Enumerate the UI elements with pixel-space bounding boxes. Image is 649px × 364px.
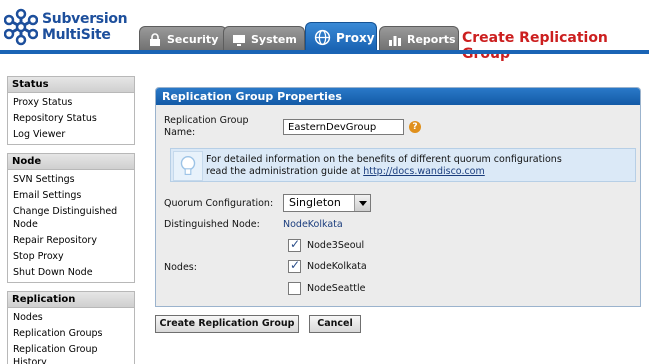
- node-label-node3seoul: Node3Seoul: [307, 240, 365, 251]
- sidebar-section-node: Node SVN Settings Email Settings Change …: [7, 153, 135, 283]
- panel-title: Replication Group Properties: [156, 88, 640, 105]
- node-label-nodekolkata: NodeKolkata: [307, 261, 367, 272]
- sidebar-section-title: Replication: [8, 292, 134, 308]
- sidebar-item-change-distinguished-node[interactable]: Change Distinguished Node: [8, 204, 134, 232]
- sidebar-section-replication: Replication Nodes Replication Groups Rep…: [7, 291, 135, 364]
- logo-line2: MultiSite: [42, 27, 111, 43]
- quorum-label: Quorum Configuration:: [164, 198, 274, 209]
- node-checkbox-nodekolkata[interactable]: [288, 258, 301, 273]
- tab-security-label: Security: [167, 33, 219, 46]
- sidebar-item-repository-status[interactable]: Repository Status: [8, 111, 134, 126]
- sidebar-item-nodes[interactable]: Nodes: [8, 310, 134, 325]
- sidebar: Status Proxy Status Repository Status Lo…: [7, 76, 135, 364]
- quorum-select[interactable]: Singleton: [283, 194, 371, 212]
- tab-proxy-label: Proxy: [336, 30, 375, 45]
- info-text: For detailed information on the benefits…: [206, 154, 562, 178]
- node-label-nodeseattle: NodeSeattle: [307, 283, 366, 294]
- sidebar-item-shut-down-node[interactable]: Shut Down Node: [8, 265, 134, 280]
- quorum-info-box: For detailed information on the benefits…: [170, 148, 636, 182]
- tab-system[interactable]: System: [223, 26, 305, 52]
- tab-security[interactable]: Security: [139, 26, 227, 52]
- node-checkbox-nodeseattle[interactable]: [288, 282, 301, 295]
- info-line1: For detailed information on the benefits…: [206, 154, 562, 165]
- tab-system-label: System: [251, 33, 297, 46]
- header: Subversion MultiSite Security System Pro…: [0, 0, 649, 62]
- info-lightbulb-icon: [173, 151, 203, 181]
- lock-icon: [150, 32, 160, 46]
- nodes-label: Nodes:: [164, 262, 197, 273]
- bar-chart-icon: [389, 35, 401, 46]
- distinguished-node-label: Distinguished Node:: [164, 219, 260, 230]
- header-divider: [0, 50, 649, 54]
- group-name-input[interactable]: [283, 119, 404, 135]
- create-replication-group-button[interactable]: Create Replication Group: [155, 315, 299, 333]
- distinguished-node-value: NodeKolkata: [283, 219, 343, 230]
- replication-group-properties-panel: Replication Group Properties Replication…: [155, 87, 641, 307]
- sidebar-item-proxy-status[interactable]: Proxy Status: [8, 95, 134, 110]
- quorum-selected-value: Singleton: [289, 196, 341, 209]
- sidebar-item-replication-group-history[interactable]: Replication Group History: [8, 342, 134, 364]
- sidebar-item-repair-repository[interactable]: Repair Repository: [8, 233, 134, 248]
- cancel-button[interactable]: Cancel: [309, 315, 361, 333]
- sidebar-item-svn-settings[interactable]: SVN Settings: [8, 172, 134, 187]
- page-title: Create Replication Group: [462, 30, 608, 62]
- sidebar-section-status: Status Proxy Status Repository Status Lo…: [7, 76, 135, 145]
- chevron-down-icon[interactable]: [354, 195, 370, 211]
- sidebar-item-stop-proxy[interactable]: Stop Proxy: [8, 249, 134, 264]
- logo-icon: [4, 8, 38, 46]
- logo[interactable]: Subversion MultiSite: [4, 8, 139, 48]
- monitor-icon: [233, 34, 245, 46]
- sidebar-item-email-settings[interactable]: Email Settings: [8, 188, 134, 203]
- globe-icon: [314, 29, 331, 46]
- logo-line1: Subversion: [42, 11, 128, 27]
- help-icon[interactable]: ?: [409, 121, 421, 133]
- docs-link[interactable]: http://docs.wandisco.com: [363, 166, 485, 177]
- group-name-label: Replication Group Name:: [164, 115, 249, 138]
- sidebar-item-replication-groups[interactable]: Replication Groups: [8, 326, 134, 341]
- logo-text: Subversion MultiSite: [42, 11, 128, 43]
- info-line2-prefix: read the administration guide at: [206, 166, 364, 177]
- sidebar-section-title: Status: [8, 77, 134, 93]
- node-checkbox-node3seoul[interactable]: [288, 237, 301, 252]
- sidebar-item-log-viewer[interactable]: Log Viewer: [8, 127, 134, 142]
- sidebar-section-title: Node: [8, 154, 134, 170]
- tab-proxy[interactable]: Proxy: [305, 22, 377, 52]
- info-line2: read the administration guide at http://…: [206, 166, 562, 178]
- tab-reports-label: Reports: [407, 33, 456, 46]
- tab-reports[interactable]: Reports: [379, 26, 459, 52]
